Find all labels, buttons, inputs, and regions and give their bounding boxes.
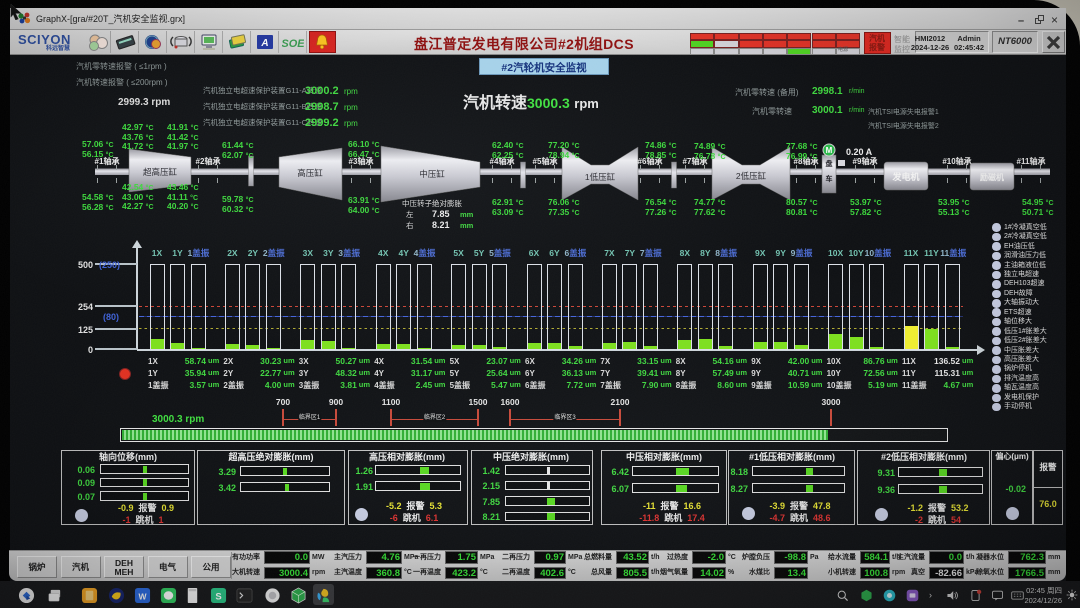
- svg-text:S: S: [215, 591, 221, 602]
- svg-text:A: A: [260, 38, 268, 49]
- svg-text:SOE: SOE: [282, 38, 304, 50]
- svg-text:W: W: [138, 591, 147, 601]
- svg-text:M: M: [826, 146, 833, 155]
